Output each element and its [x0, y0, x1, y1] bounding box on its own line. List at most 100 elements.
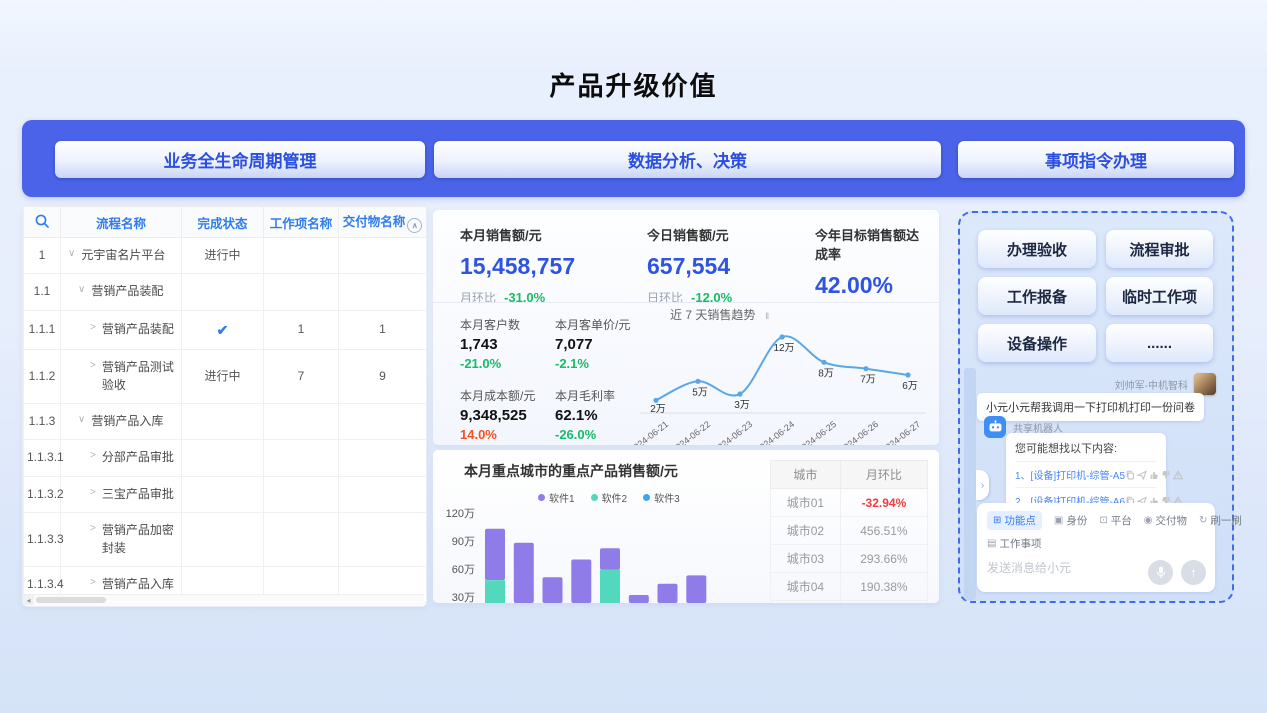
sales-overview-panel: 本月销售额/元 15,458,757 月环比-31.0% 今日销售额/元 657…: [433, 210, 939, 445]
status-cell: [182, 440, 264, 476]
table-row[interactable]: 1.1.1>营销产品装配✔11: [24, 310, 427, 349]
status-cell: [182, 476, 264, 512]
action-button[interactable]: 设备操作: [978, 324, 1096, 362]
col-header-work-item[interactable]: 工作项名称: [264, 207, 339, 238]
process-name-cell[interactable]: >三宝产品审批: [61, 476, 182, 512]
platform-icon: ⊡: [1099, 515, 1107, 526]
city-row: 城市03293.66%: [771, 545, 928, 573]
avatar[interactable]: [1194, 373, 1216, 395]
y-tick-label: 120万: [441, 505, 475, 521]
mini-kpi-delta: 14.0%: [460, 427, 555, 442]
thumbs-down-icon[interactable]: [1161, 470, 1171, 480]
chip-grid[interactable]: ⊞功能点: [987, 511, 1042, 530]
mini-kpi-delta: -2.1%: [555, 356, 638, 371]
status-cell: [182, 403, 264, 439]
action-button[interactable]: ......: [1106, 324, 1213, 362]
process-name-cell[interactable]: ∨ 营销产品装配: [61, 274, 182, 310]
chip-platform[interactable]: ⊡平台: [1099, 513, 1131, 528]
thumbs-up-icon[interactable]: [1149, 470, 1159, 480]
col-header-process[interactable]: 流程名称: [61, 207, 182, 238]
send-icon[interactable]: [1137, 470, 1147, 480]
process-name: 营销产品装配: [91, 283, 163, 300]
process-name-cell[interactable]: >营销产品加密封装: [61, 513, 182, 567]
svg-text:2万: 2万: [650, 404, 666, 415]
process-name: 元宇宙名片平台: [81, 247, 165, 264]
process-name-cell[interactable]: >营销产品测试验收: [61, 350, 182, 404]
mic-icon: [1155, 566, 1167, 579]
nav-button-analysis[interactable]: 数据分析、决策: [434, 141, 941, 178]
deliverable-count: [339, 274, 427, 310]
trend-chart-title: 近 7 天销售趋势‖: [670, 306, 936, 323]
nav-button-lifecycle[interactable]: 业务全生命周期管理: [55, 141, 425, 178]
chevron-right-icon[interactable]: >: [90, 522, 96, 537]
scrollbar-left-arrow-icon[interactable]: ◂: [23, 595, 34, 605]
bar-chart-title: 本月重点城市的重点产品销售额/元: [464, 461, 678, 481]
mini-kpi-label: 本月毛利率: [555, 387, 638, 404]
table-row[interactable]: 1.1.3.3>营销产品加密封装: [24, 513, 427, 567]
search-header-cell[interactable]: [24, 207, 61, 238]
mini-kpi: 本月客户数1,743-21.0%: [460, 316, 555, 371]
status-cell: [182, 274, 264, 310]
action-button[interactable]: 流程审批: [1106, 230, 1213, 268]
result-link[interactable]: 1、[设备]打印机-综管-A5: [1015, 467, 1125, 482]
chevron-up-circle-icon[interactable]: ∧: [407, 218, 422, 233]
row-index: 1: [24, 238, 61, 274]
chevron-right-icon[interactable]: >: [90, 576, 96, 591]
col-header-status[interactable]: 完成状态: [182, 207, 264, 238]
drawer-expand-handle[interactable]: ›: [976, 470, 989, 500]
chevron-down-icon[interactable]: ∨: [78, 283, 85, 298]
table-row[interactable]: 1∨元宇宙名片平台进行中: [24, 238, 427, 274]
chevron-right-icon[interactable]: >: [90, 449, 96, 464]
table-row[interactable]: 1.1.2>营销产品测试验收进行中79: [24, 350, 427, 404]
copy-icon[interactable]: [1125, 470, 1135, 480]
chevron-down-icon[interactable]: ∨: [78, 413, 85, 428]
action-button[interactable]: 临时工作项: [1106, 277, 1213, 315]
chevron-right-icon[interactable]: >: [90, 321, 96, 336]
id-icon: ▣: [1054, 515, 1063, 526]
kpi-label: 本月销售额/元: [460, 225, 647, 244]
warning-icon[interactable]: [1173, 470, 1183, 480]
scrollbar-thumb[interactable]: [36, 597, 106, 603]
table-row[interactable]: 1.1.3.1>分部产品审批: [24, 440, 427, 476]
chat-user-row: 刘帅军-中机智科: [1115, 373, 1216, 395]
chip-deliverable[interactable]: ◉交付物: [1144, 513, 1187, 528]
process-name-cell[interactable]: ∨营销产品入库: [61, 403, 182, 439]
process-name-wrap: ∨ 元宇宙名片平台: [64, 247, 178, 264]
city-name: 城市05: [771, 601, 841, 604]
table-row[interactable]: 1.1.3∨营销产品入库: [24, 403, 427, 439]
mic-button[interactable]: [1148, 560, 1173, 585]
mini-kpi-value: 1,743: [460, 336, 555, 353]
process-name-cell[interactable]: >营销产品装配: [61, 310, 182, 349]
chevron-right-icon[interactable]: >: [90, 359, 96, 374]
chip-task[interactable]: ▤工作事项: [987, 536, 1041, 551]
bot-result-item[interactable]: 1、[设备]打印机-综管-A5: [1015, 461, 1157, 487]
action-button[interactable]: 办理验收: [978, 230, 1096, 268]
chip-refresh[interactable]: ↻刷一刷: [1199, 513, 1242, 528]
chevron-right-icon[interactable]: >: [90, 486, 96, 501]
process-name-cell[interactable]: ∨ 元宇宙名片平台: [61, 238, 182, 274]
kpi-target-rate: 今年目标销售额达成率 42.00%: [815, 225, 927, 306]
process-name-wrap: ∨营销产品入库: [64, 413, 178, 430]
row-index: 1.1.3: [24, 403, 61, 439]
row-index: 1.1.1: [24, 310, 61, 349]
chevron-down-icon[interactable]: ∨: [68, 247, 75, 262]
kpi-value: 42.00%: [815, 272, 927, 299]
table-row[interactable]: 1.1∨营销产品装配: [24, 274, 427, 310]
process-name-wrap: ∨ 营销产品装配: [64, 283, 178, 300]
mini-kpi-delta: -21.0%: [460, 356, 555, 371]
process-name-wrap: >营销产品加密封装: [64, 522, 178, 557]
send-button[interactable]: ↑: [1181, 560, 1206, 585]
horizontal-scrollbar[interactable]: ◂: [23, 594, 424, 606]
col-header-deliverable[interactable]: 交付物名称∧: [339, 207, 427, 238]
nav-button-directives[interactable]: 事项指令办理: [958, 141, 1234, 178]
arrow-up-icon: ↑: [1190, 565, 1197, 580]
table-row[interactable]: 1.1.3.2>三宝产品审批: [24, 476, 427, 512]
process-name-cell[interactable]: >分部产品审批: [61, 440, 182, 476]
bot-intro-text: 您可能想找以下内容:: [1015, 440, 1157, 461]
grid-icon: ⊞: [993, 515, 1001, 526]
row-index: 1.1.3.1: [24, 440, 61, 476]
action-button[interactable]: 工作报备: [978, 277, 1096, 315]
chip-id[interactable]: ▣身份: [1054, 513, 1087, 528]
kpi-sub: 月环比-31.0%: [460, 289, 647, 306]
kpi-label: 今日销售额/元: [647, 225, 815, 244]
